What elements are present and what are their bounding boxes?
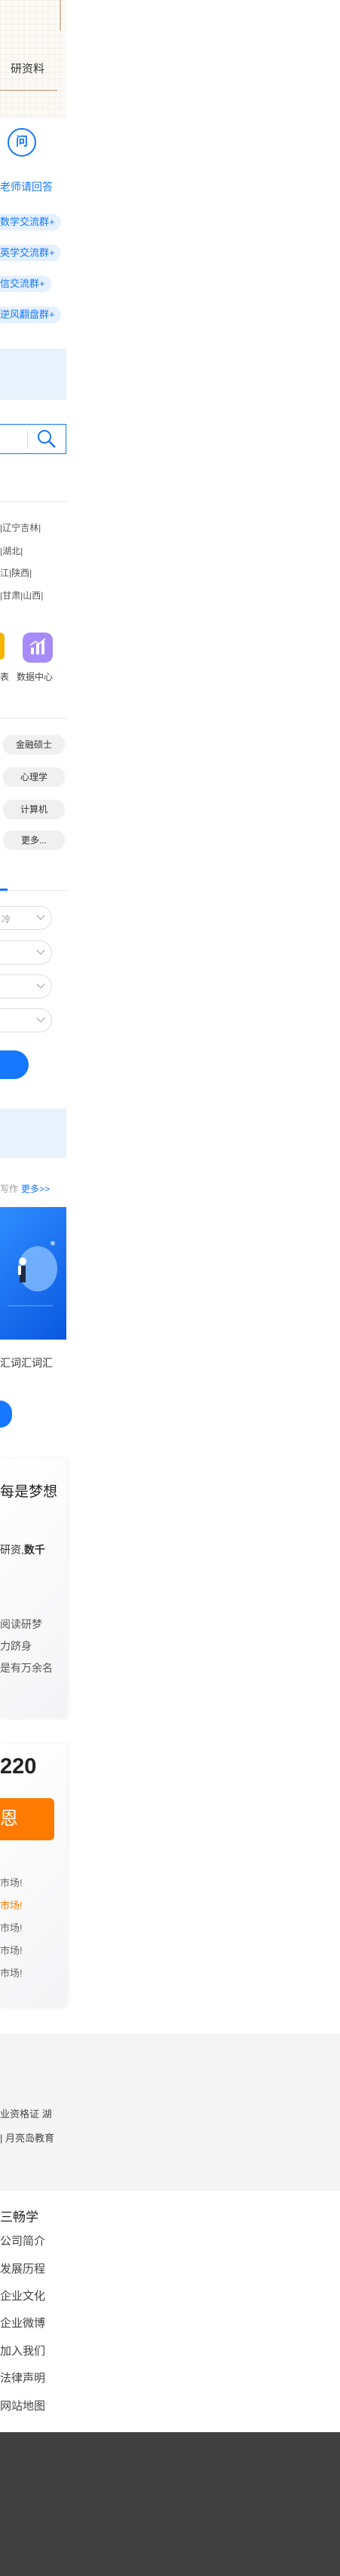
footer-cert-line[interactable]: 业资格证 湖 [0,2106,52,2120]
market-item[interactable]: 市场! [0,1943,23,1957]
dream-paragraph: 阅读研梦 力跻身 是有万余名 [0,1618,53,1674]
market-item[interactable]: 市场! [0,1965,23,1980]
news-illustration[interactable] [0,1207,66,1340]
resource-card[interactable]: 研资料 [0,0,66,117]
group-english[interactable]: 英学交流群+ [0,245,61,261]
submit-button[interactable] [0,1050,29,1079]
notice-banner [0,1108,66,1158]
grid-pattern [0,0,66,117]
region-row[interactable]: |辽宁吉林| [0,521,41,534]
dream-line: 研资,数千 [0,1544,45,1556]
search-divider [27,429,28,449]
data-center-label: 数据中心 [17,672,54,682]
report-icon[interactable] [0,633,5,660]
major-finance[interactable]: 金融硕士 [3,735,65,755]
news-tab[interactable]: 写作 [0,1182,18,1195]
about-link-history[interactable]: 发展历程 [0,2260,45,2276]
major-psychology[interactable]: 心理学 [3,767,65,787]
group-comeback[interactable]: 逆风翻盘群+ [0,306,61,323]
report-label: 表 [0,672,10,682]
news-caption[interactable]: 汇词汇词汇 [0,1355,53,1370]
ask-teacher-link[interactable]: 老师请回答 [0,179,53,194]
filter-select-1[interactable]: 冷 [0,906,52,930]
ask-teacher-icon[interactable]: 问 [8,128,36,157]
score-number: 220 [0,1754,37,1779]
group-info[interactable]: 信交流群+ [0,276,51,292]
resource-card-label: 研资料 [11,62,45,75]
about-link-sitemap[interactable]: 网站地图 [0,2398,45,2413]
region-row[interactable]: |湖北| [0,544,23,557]
about-link-legal[interactable]: 法律声明 [0,2370,45,2385]
filter-select-4[interactable] [0,1008,52,1032]
market-item[interactable]: 市场! [0,1898,23,1912]
footer-cert-line[interactable]: | 月亮岛教育 [0,2130,54,2145]
about-link-join[interactable]: 加入我们 [0,2343,45,2358]
group-math[interactable]: 数学交流群+ [0,214,61,230]
data-center-icon[interactable] [23,633,53,663]
news-more-link[interactable]: 更多>> [21,1182,50,1195]
filter-select-3[interactable] [0,974,52,998]
score-button[interactable]: 恩 [0,1798,54,1840]
search-box[interactable] [0,424,66,454]
active-tab-indicator [0,889,8,891]
divider [0,890,66,891]
info-banner [0,349,66,400]
news-button[interactable] [0,1401,12,1428]
dark-footer [0,2432,340,2576]
filter-select-2[interactable] [0,940,52,965]
search-icon[interactable] [36,428,57,450]
major-more[interactable]: 更多... [3,831,65,850]
about-link-weibo[interactable]: 企业微博 [0,2315,45,2331]
major-computer[interactable]: 计算机 [3,800,65,819]
dream-title: 每是梦想 [0,1484,58,1500]
region-row[interactable]: 江|陕西| [0,566,32,579]
about-title: 三畅学 [0,2210,38,2224]
market-item[interactable]: 市场! [0,1875,23,1889]
market-item[interactable]: 市场! [0,1920,23,1934]
about-link-culture[interactable]: 企业文化 [0,2288,45,2303]
region-row[interactable]: |甘肃|山西| [0,589,43,602]
about-link-intro[interactable]: 公司简介 [0,2233,45,2248]
divider [0,501,66,502]
